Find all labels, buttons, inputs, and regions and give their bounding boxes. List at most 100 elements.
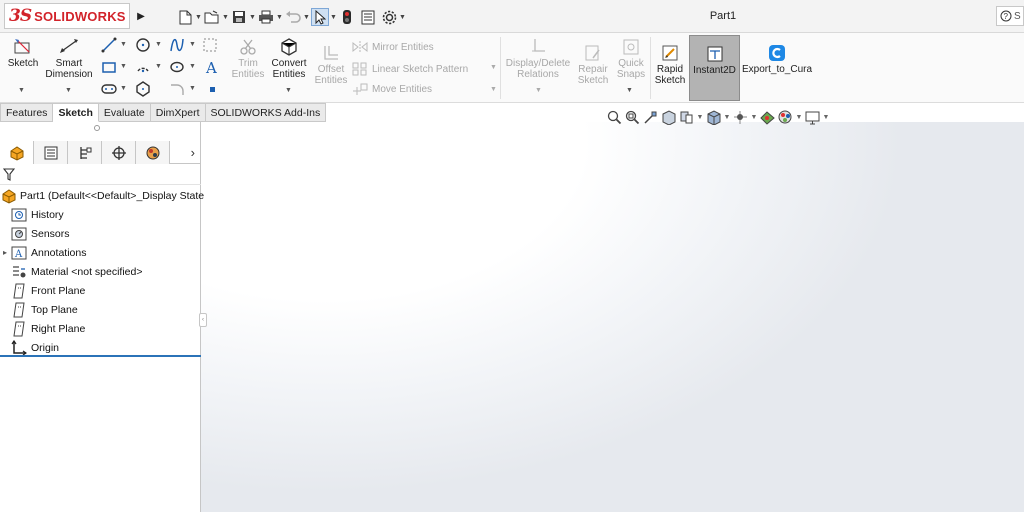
chevron-down-icon[interactable]: ▼ [194,14,203,21]
tab-features[interactable]: Features [0,103,54,122]
chevron-down-icon[interactable]: ▼ [490,86,497,93]
linear-sketch-pattern-button[interactable]: Linear Sketch Pattern [352,62,468,76]
spline-icon[interactable] [168,36,186,54]
mirror-entities-button[interactable]: Mirror Entities [352,41,434,53]
fillet-icon[interactable] [168,80,186,98]
sketch-button[interactable]: Sketch [4,36,42,69]
chevron-down-icon[interactable]: ▼ [723,114,731,121]
dynamic-annotation-icon[interactable] [678,109,695,125]
zoom-to-fit-icon[interactable] [606,109,623,125]
tree-item-material[interactable]: Material <not specified> [0,262,201,281]
chevron-down-icon[interactable]: ▼ [221,14,230,21]
rollback-bar[interactable] [0,355,201,357]
new-document-icon[interactable] [176,8,194,26]
trim-entities-button[interactable]: Trim Entities [228,36,268,80]
chevron-down-icon[interactable]: ▼ [155,63,162,70]
undo-icon[interactable] [284,8,302,26]
tab-configurationmanager[interactable] [68,141,102,164]
chevron-down-icon[interactable]: ▼ [189,63,196,70]
chevron-down-icon[interactable]: ▼ [155,41,162,48]
export-to-cura-button[interactable]: Export_to_Cura [742,42,812,75]
tree-item-annotations[interactable]: ▸ A Annotations [0,243,201,262]
chevron-down-icon[interactable]: ▼ [535,87,542,94]
chevron-down-icon[interactable]: ▼ [490,64,497,71]
sketch-text-icon[interactable]: A [203,58,221,76]
tree-item-top-plane[interactable]: Top Plane [0,300,201,319]
chevron-down-icon[interactable]: ▼ [18,87,25,94]
menu-expand-arrow-icon[interactable]: ▶ [134,6,148,26]
panel-collapse-handle[interactable]: ‹ [199,313,207,327]
tree-item-front-plane[interactable]: Front Plane [0,281,201,300]
edit-appearance-icon[interactable] [777,109,794,125]
chevron-down-icon[interactable]: ▼ [285,87,292,94]
line-icon[interactable] [100,36,118,54]
tab-sketch[interactable]: Sketch [53,103,99,122]
display-style-icon[interactable] [732,109,749,125]
chevron-down-icon[interactable]: ▼ [189,85,196,92]
chevron-down-icon[interactable]: ▼ [822,114,830,121]
slot-icon[interactable] [100,80,118,98]
tree-item-history[interactable]: History [0,205,201,224]
help-search-box[interactable]: ? S [996,6,1024,26]
smart-dimension-button[interactable]: Smart Dimension [42,36,96,80]
circle-icon[interactable] [134,36,152,54]
tab-dimxpertmanager[interactable] [102,141,136,164]
view-orientation-icon[interactable] [705,109,722,125]
gear-icon[interactable] [380,8,398,26]
rapid-sketch-button[interactable]: Rapid Sketch [653,42,687,86]
previous-view-icon[interactable] [642,109,659,125]
chevron-right-icon[interactable]: › [170,141,201,163]
tab-solidworks-add-ins[interactable]: SOLIDWORKS Add-Ins [205,103,327,122]
rectangle-icon[interactable] [100,58,118,76]
point-icon[interactable] [203,80,221,98]
file-properties-icon[interactable] [359,8,377,26]
select-pointer-icon[interactable] [311,8,329,26]
convert-entities-button[interactable]: Convert Entities [268,36,310,80]
repair-sketch-button[interactable]: Repair Sketch [574,42,612,86]
print-icon[interactable] [257,8,275,26]
tab-evaluate[interactable]: Evaluate [98,103,151,122]
chevron-down-icon[interactable]: ▼ [750,114,758,121]
offset-entities-button[interactable]: Offset Entities [312,42,350,86]
section-view-icon[interactable] [660,109,677,125]
hide-show-items-icon[interactable] [759,109,776,125]
quick-snaps-button[interactable]: Quick Snaps [614,36,648,80]
instant2d-button[interactable]: Instant2D [689,35,740,101]
move-entities-button[interactable]: Move Entities [352,83,432,95]
arc-icon[interactable] [134,58,152,76]
panel-grip-handle[interactable] [94,125,100,131]
chevron-down-icon[interactable]: ▼ [398,14,407,21]
ellipse-icon[interactable] [168,58,186,76]
tree-item-right-plane[interactable]: Right Plane [0,319,201,338]
tree-root-part[interactable]: Part1 (Default<<Default>_Display State [0,186,204,205]
chevron-down-icon[interactable]: ▼ [302,14,311,21]
expand-arrow-icon[interactable]: ▸ [0,248,10,257]
rebuild-icon[interactable] [338,8,356,26]
chevron-down-icon[interactable]: ▼ [626,87,633,94]
filter-bar[interactable] [0,165,201,185]
open-folder-icon[interactable] [203,8,221,26]
display-delete-relations-button[interactable]: Display/Delete Relations [504,36,572,80]
chevron-down-icon[interactable]: ▼ [329,14,338,21]
chevron-down-icon[interactable]: ▼ [696,114,704,121]
view-settings-icon[interactable] [804,109,821,125]
chevron-down-icon[interactable]: ▼ [189,41,196,48]
tree-item-sensors[interactable]: Sensors [0,224,201,243]
graphics-area[interactable] [201,122,1024,512]
chevron-down-icon[interactable]: ▼ [120,85,127,92]
chevron-down-icon[interactable]: ▼ [248,14,257,21]
tab-displaymanager[interactable] [136,141,170,164]
tab-featuremanager[interactable] [0,141,34,164]
tab-propertymanager[interactable] [34,141,68,164]
chevron-down-icon[interactable]: ▼ [65,87,72,94]
chevron-down-icon[interactable]: ▼ [120,63,127,70]
chevron-down-icon[interactable]: ▼ [275,14,284,21]
zoom-to-area-icon[interactable] [624,109,641,125]
tab-dimxpert[interactable]: DimXpert [150,103,206,122]
chevron-down-icon[interactable]: ▼ [120,41,127,48]
save-icon[interactable] [230,8,248,26]
chevron-down-icon[interactable]: ▼ [795,114,803,121]
solidworks-logo[interactable]: 3S SOLIDWORKS [4,3,130,29]
polygon-icon[interactable] [134,80,152,98]
sketch-grid-icon[interactable] [201,36,219,54]
